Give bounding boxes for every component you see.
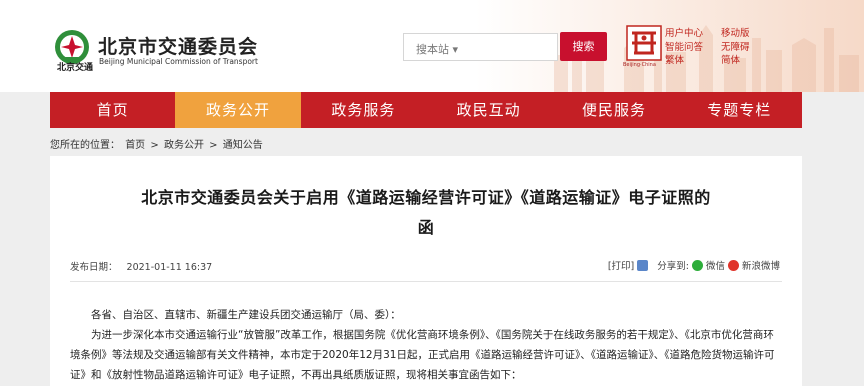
share-wechat-button[interactable]: 微信 — [706, 258, 725, 272]
breadcrumb-separator: > — [209, 140, 218, 151]
article-title: 北京市交通委员会关于启用《道路运输经营许可证》《道路运输证》电子证照的 函 — [108, 183, 744, 243]
share-label: 分享到: — [657, 261, 689, 272]
mobile-version-link[interactable]: 移动版 — [721, 27, 750, 41]
paragraph-line: 境条例》等法规及交通运输部有关文件精神，本市定于2020年12月31日起，正式启… — [70, 349, 775, 361]
article-container: 北京市交通委员会关于启用《道路运输经营许可证》《道路运输证》电子证照的 函 发布… — [50, 156, 802, 386]
article-title-line: 北京市交通委员会关于启用《道路运输经营许可证》《道路运输证》电子证照的 — [141, 188, 711, 207]
search-scope-select[interactable]: 搜本站 ▾ — [416, 41, 458, 57]
main-nav: 首页 政务公开 政务服务 政民互动 便民服务 专题专栏 — [50, 92, 802, 128]
nav-special-topics[interactable]: 专题专栏 — [677, 92, 802, 128]
breadcrumb-prefix: 您所在的位置： — [50, 140, 120, 151]
nav-public-interaction[interactable]: 政民互动 — [426, 92, 551, 128]
weibo-icon[interactable] — [727, 259, 739, 271]
traditional-chinese-link[interactable]: 繁体 — [665, 54, 703, 68]
divider — [70, 281, 782, 282]
site-header: 北京交通 北京市交通委员会 Beijing Municipal Commissi… — [0, 0, 864, 92]
publish-date-value: 2021-01-11 16:37 — [126, 262, 213, 273]
user-center-link[interactable]: 用户中心 — [665, 27, 703, 41]
nav-home[interactable]: 首页 — [50, 92, 175, 128]
article-tools: [打印] 分享到: 微信 新浪微博 — [608, 258, 780, 272]
site-title[interactable]: 北京市交通委员会 — [98, 32, 258, 59]
wechat-icon[interactable] — [691, 259, 703, 271]
print-icon[interactable] — [637, 259, 649, 271]
search-button[interactable]: 搜索 — [560, 32, 607, 61]
simplified-chinese-link[interactable]: 简体 — [721, 54, 750, 68]
article-title-line: 函 — [417, 218, 435, 237]
publish-date: 发布日期： 2021-01-11 16:37 — [70, 259, 212, 273]
nav-convenience-services[interactable]: 便民服务 — [551, 92, 676, 128]
breadcrumb: 您所在的位置： 首页 > 政务公开 > 通知公告 — [50, 136, 265, 151]
site-subtitle: Beijing Municipal Commission of Transpor… — [99, 57, 258, 66]
emblem-caption: Beijing·China — [623, 62, 656, 68]
search-input[interactable]: 搜本站 ▾ — [403, 33, 558, 61]
nav-government-affairs[interactable]: 政务公开 — [175, 92, 301, 128]
publish-date-label: 发布日期： — [70, 262, 118, 273]
breadcrumb-government-affairs[interactable]: 政务公开 — [164, 140, 204, 151]
top-links-right: 移动版 无障碍 简体 — [721, 27, 750, 68]
print-button[interactable]: [打印] — [608, 258, 634, 272]
logo-caption: 北京交通 — [56, 63, 93, 73]
breadcrumb-notices[interactable]: 通知公告 — [223, 140, 263, 151]
share-weibo-button[interactable]: 新浪微博 — [742, 258, 780, 272]
salutation: 各省、自治区、直辖市、新疆生产建设兵团交通运输厅（局、委）： — [91, 309, 401, 321]
paragraph-line: 证》和《放射性物品道路运输许可证》电子证照，不再出具纸质版证照，现将相关事宜函告… — [70, 369, 522, 381]
article-paragraph: 为进一步深化本市交通运输行业“放管服”改革工作，根据国务院《优化营商环境条例》、… — [70, 325, 782, 385]
breadcrumb-home[interactable]: 首页 — [125, 140, 145, 151]
beijing-china-emblem-icon — [626, 25, 662, 61]
smart-qa-link[interactable]: 智能问答 — [665, 41, 703, 55]
nav-government-services[interactable]: 政务服务 — [301, 92, 426, 128]
paragraph-line: 为进一步深化本市交通运输行业“放管服”改革工作，根据国务院《优化营商环境条例》、… — [91, 329, 774, 341]
article-body: 各省、自治区、直辖市、新疆生产建设兵团交通运输厅（局、委）： 为进一步深化本市交… — [70, 305, 782, 385]
accessibility-link[interactable]: 无障碍 — [721, 41, 750, 55]
breadcrumb-separator: > — [150, 140, 159, 151]
top-links-left: 用户中心 智能问答 繁体 — [665, 27, 703, 68]
